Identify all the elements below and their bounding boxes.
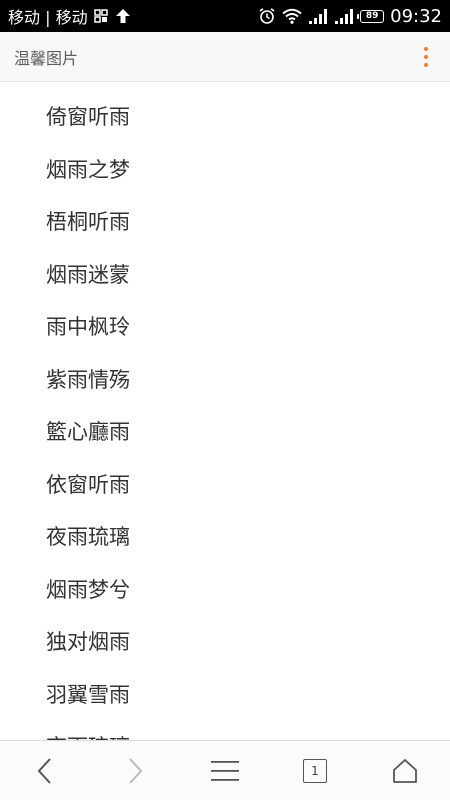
- battery-icon: 89: [357, 9, 385, 23]
- list-item[interactable]: 倚窗听雨: [0, 91, 450, 144]
- list-item[interactable]: 夜雨琉璃: [0, 721, 450, 740]
- page-title: 温馨图片: [14, 48, 79, 68]
- list-item[interactable]: 烟雨迷蒙: [0, 249, 450, 302]
- bottom-toolbar: 1: [0, 740, 450, 800]
- chevron-right-icon: [125, 756, 145, 786]
- back-button[interactable]: [15, 746, 75, 796]
- status-left: 移动 | 移动: [8, 4, 132, 28]
- list-item[interactable]: 依窗听雨: [0, 459, 450, 512]
- wifi-icon: [282, 8, 302, 24]
- list-item[interactable]: 烟雨梦兮: [0, 564, 450, 617]
- forward-button[interactable]: [105, 746, 165, 796]
- network-grid-icon: [93, 9, 108, 23]
- menu-dot: [424, 62, 428, 67]
- hamburger-menu-icon: [210, 759, 240, 783]
- battery-level: 89: [365, 10, 379, 21]
- menu-dot: [424, 54, 428, 59]
- chevron-left-icon: [35, 756, 55, 786]
- name-list: 倚窗听雨 烟雨之梦 梧桐听雨 烟雨迷蒙 雨中枫玲 紫雨情殇 籃心廳雨 依窗听雨 …: [0, 91, 450, 740]
- alarm-icon: [258, 7, 276, 25]
- list-item[interactable]: 羽翼雪雨: [0, 669, 450, 722]
- status-right: 89 09:32: [258, 6, 442, 27]
- content-area[interactable]: 倚窗听雨 烟雨之梦 梧桐听雨 烟雨迷蒙 雨中枫玲 紫雨情殇 籃心廳雨 依窗听雨 …: [0, 83, 450, 740]
- list-item[interactable]: 梧桐听雨: [0, 196, 450, 249]
- list-item[interactable]: 籃心廳雨: [0, 406, 450, 459]
- carrier-label: 移动 | 移动: [8, 8, 88, 27]
- list-item[interactable]: 烟雨之梦: [0, 144, 450, 197]
- list-item[interactable]: 独对烟雨: [0, 616, 450, 669]
- list-item[interactable]: 夜雨琉璃: [0, 511, 450, 564]
- list-item[interactable]: 紫雨情殇: [0, 354, 450, 407]
- menu-button[interactable]: [195, 746, 255, 796]
- app-bar: 温馨图片: [0, 32, 450, 82]
- tabs-button[interactable]: 1: [285, 746, 345, 796]
- home-icon: [391, 757, 419, 785]
- tab-count: 1: [311, 763, 319, 778]
- status-bar: 移动 | 移动 89 09:32: [0, 0, 450, 32]
- signal-icon: [334, 8, 354, 24]
- menu-dot: [424, 46, 428, 51]
- tabs-icon: 1: [303, 758, 327, 783]
- upload-arrow-icon: [114, 7, 132, 25]
- home-button[interactable]: [375, 746, 435, 796]
- clock: 09:32: [390, 5, 442, 27]
- browser-screen: 移动 | 移动 89 09:32 温馨图片 倚窗听雨 烟雨之梦 梧桐听雨 烟雨迷…: [0, 0, 450, 800]
- list-item[interactable]: 雨中枫玲: [0, 301, 450, 354]
- signal-icon: [308, 8, 328, 24]
- overflow-menu-icon[interactable]: [416, 44, 436, 70]
